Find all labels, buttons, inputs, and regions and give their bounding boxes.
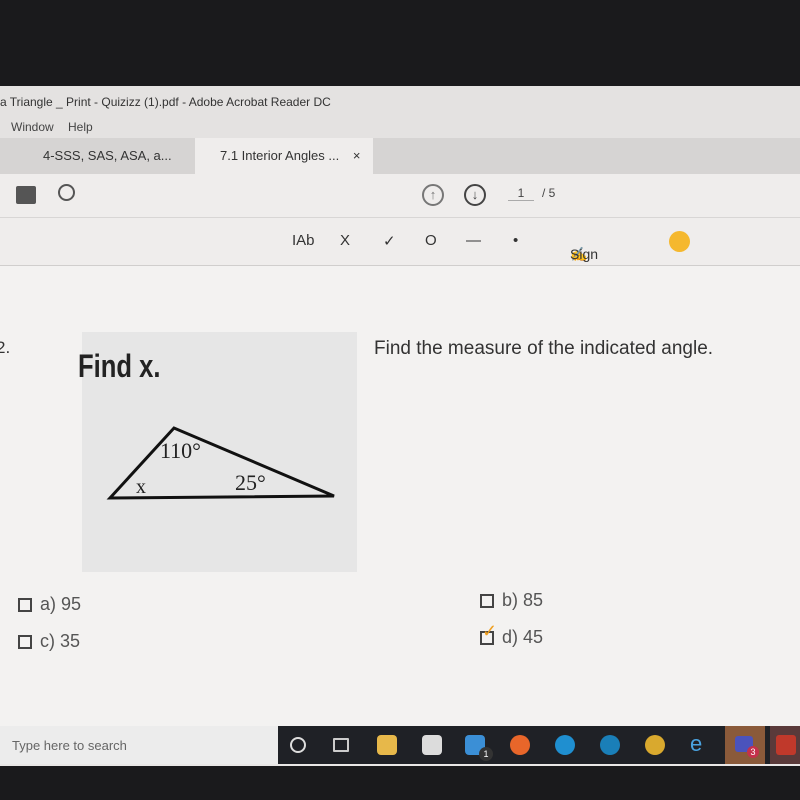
option-label: a) 95 bbox=[40, 594, 82, 614]
triangle-shape bbox=[106, 426, 335, 500]
option-a[interactable]: a) 95 bbox=[18, 594, 81, 615]
add-text-tool[interactable]: IAb bbox=[292, 232, 315, 249]
chrome-icon[interactable] bbox=[645, 735, 665, 755]
option-label: b) 85 bbox=[502, 590, 544, 610]
color-picker-swatch[interactable] bbox=[669, 231, 690, 252]
print-icon[interactable] bbox=[16, 186, 36, 204]
checkbox[interactable] bbox=[18, 635, 32, 650]
next-page-icon[interactable]: ↓ bbox=[464, 184, 486, 206]
angle-top-label: 110° bbox=[160, 438, 201, 463]
line-tool[interactable]: — bbox=[466, 232, 481, 249]
sign-label: Sign bbox=[570, 246, 599, 262]
pdf-page: 2. Find x. 110° 25° x Find the measure o… bbox=[0, 266, 800, 726]
internet-explorer-icon[interactable]: e bbox=[690, 731, 710, 756]
question-number: 2. bbox=[0, 338, 11, 357]
teams-icon[interactable]: 3 bbox=[725, 726, 765, 764]
checkmark-icon: ✓ bbox=[482, 621, 498, 642]
search-placeholder: Type here to search bbox=[12, 738, 127, 753]
tab-label: 7.1 Interior Angles ... bbox=[220, 148, 340, 163]
store-icon[interactable] bbox=[422, 735, 442, 755]
screen: a Triangle _ Print - Quizizz (1).pdf - A… bbox=[0, 86, 800, 766]
tab-label: 4-SSS, SAS, ASA, a... bbox=[43, 148, 172, 163]
tab-bar: 4-SSS, SAS, ASA, a... 7.1 Interior Angle… bbox=[0, 138, 800, 174]
option-c[interactable]: c) 35 bbox=[18, 631, 80, 652]
cortana-icon[interactable] bbox=[290, 737, 306, 753]
firefox-icon[interactable] bbox=[510, 735, 530, 755]
teams-badge: 3 bbox=[747, 746, 759, 758]
page-number-input[interactable]: 1 bbox=[508, 186, 534, 201]
window-title: a Triangle _ Print - Quizizz (1).pdf - A… bbox=[0, 95, 331, 109]
menu-bar: Window Help bbox=[0, 116, 800, 138]
menu-window[interactable]: Window bbox=[11, 120, 54, 134]
close-tab-icon[interactable]: × bbox=[353, 148, 361, 163]
checkbox[interactable] bbox=[18, 598, 32, 613]
task-view-icon[interactable] bbox=[333, 738, 349, 752]
mail-badge: 1 bbox=[479, 747, 493, 761]
option-label: d) 45 bbox=[502, 627, 544, 647]
angle-x-label: x bbox=[136, 476, 146, 498]
page-total: / 5 bbox=[542, 186, 556, 200]
tab-sss[interactable]: 4-SSS, SAS, ASA, a... bbox=[15, 138, 205, 174]
zoom-search-icon[interactable] bbox=[58, 184, 75, 201]
previous-page-icon[interactable]: ↑ bbox=[422, 184, 444, 206]
edge-beta-icon[interactable] bbox=[600, 735, 620, 755]
cross-tool[interactable]: X bbox=[340, 232, 350, 249]
main-toolbar: ↑ ↓ 1 / 5 bbox=[0, 174, 800, 218]
menu-help[interactable]: Help bbox=[68, 120, 93, 134]
checkbox-checked[interactable]: ✓ bbox=[480, 621, 497, 646]
circle-tool[interactable]: O bbox=[425, 232, 437, 249]
annotation-toolbar: IAb X ✓ O — • ✍ Sign bbox=[0, 218, 800, 266]
option-label: c) 35 bbox=[40, 631, 81, 651]
triangle-figure: Find x. 110° 25° x bbox=[78, 332, 357, 572]
taskbar-search[interactable]: Type here to search bbox=[0, 726, 278, 764]
checkbox[interactable] bbox=[480, 594, 494, 609]
check-tool[interactable]: ✓ bbox=[383, 232, 396, 250]
taskbar: Type here to search 1 e 3 bbox=[0, 726, 800, 764]
mail-icon[interactable]: 1 bbox=[465, 735, 493, 761]
title-bar: a Triangle _ Print - Quizizz (1).pdf - A… bbox=[0, 86, 800, 116]
acrobat-icon[interactable] bbox=[770, 726, 800, 764]
option-d[interactable]: ✓ d) 45 bbox=[480, 621, 544, 648]
option-b[interactable]: b) 85 bbox=[480, 590, 543, 611]
dot-tool[interactable]: • bbox=[513, 232, 518, 249]
file-explorer-icon[interactable] bbox=[377, 735, 397, 755]
edge-icon[interactable] bbox=[555, 735, 575, 755]
question-prompt: Find the measure of the indicated angle. bbox=[374, 338, 714, 359]
angle-right-label: 25° bbox=[235, 470, 266, 495]
tab-interior-angles[interactable]: 7.1 Interior Angles ... × bbox=[195, 138, 373, 174]
